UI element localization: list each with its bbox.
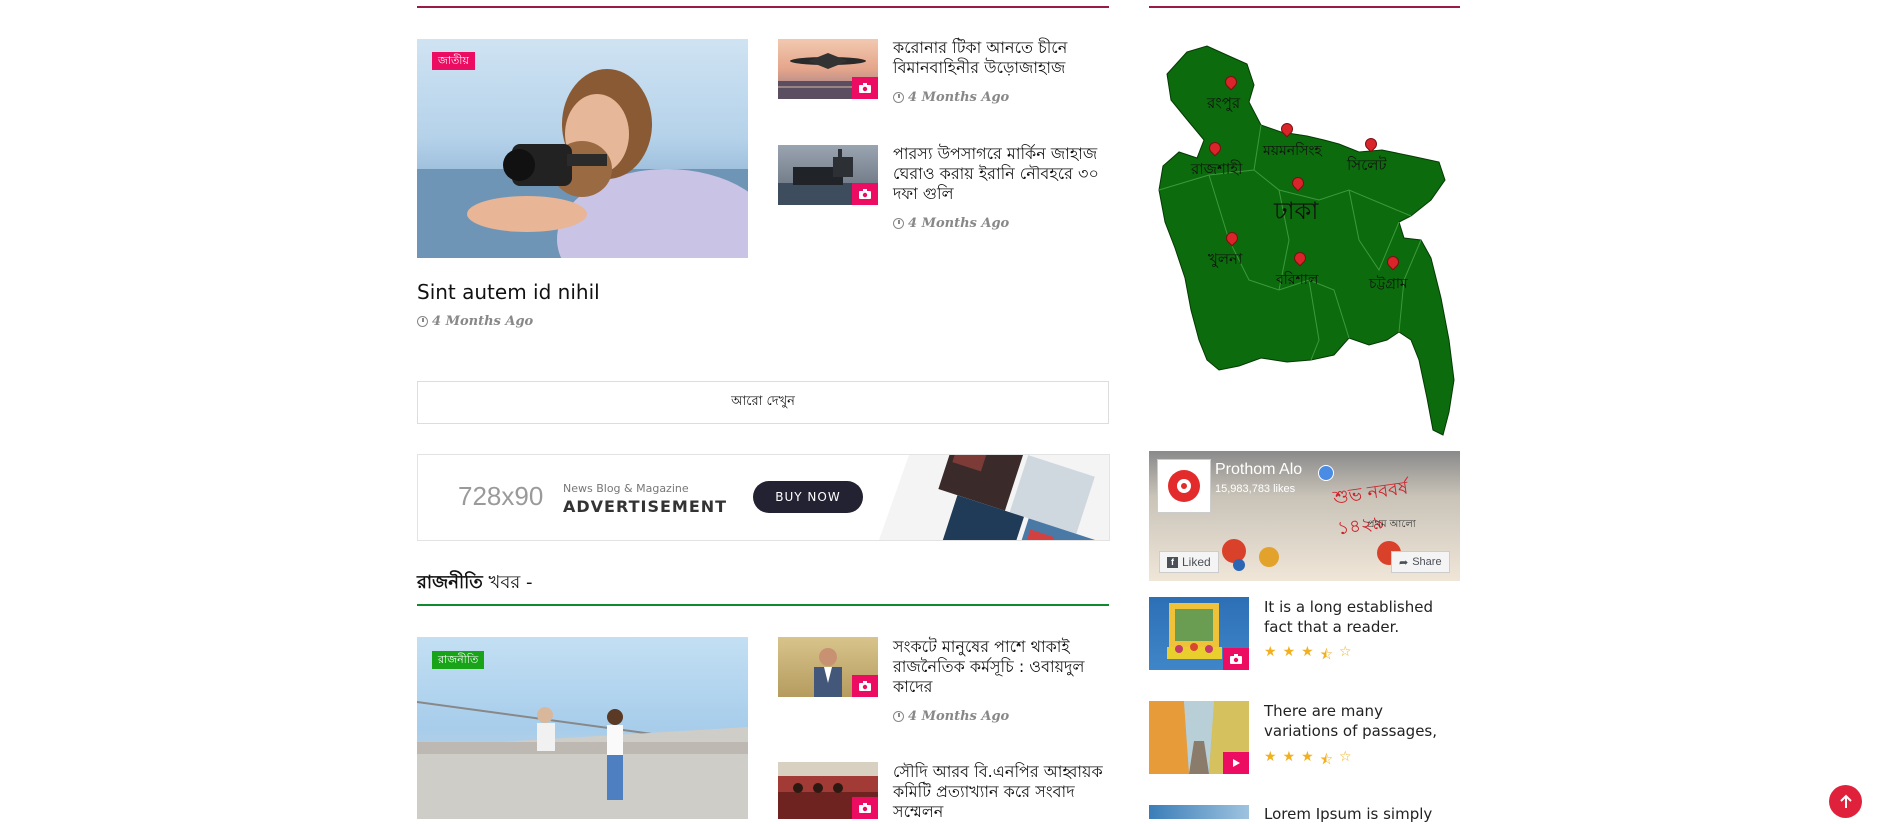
politics-section-heading: রাজনীতি খবর -	[417, 568, 532, 599]
bangladesh-division-map[interactable]: রংপুর ময়মনসিংহ সিলেট রাজশাহী ঢাকা খুলনা বরিশা…	[1149, 40, 1460, 445]
side-news-time-1: 4 Months Ago	[893, 90, 1009, 105]
ad-small-text: News Blog & Magazine	[563, 482, 689, 495]
ad-size-text: 728x90	[458, 481, 544, 511]
map-division-label[interactable]: রংপুর	[1207, 92, 1240, 117]
arrow-up-icon	[1839, 794, 1852, 808]
camera-icon	[1223, 648, 1249, 670]
category-badge-politics[interactable]: রাজনীতি	[432, 651, 485, 669]
map-division-label[interactable]: ময়মনসিংহ	[1263, 139, 1322, 163]
politics-side-time-1: 4 Months Ago	[893, 709, 1009, 724]
share-arrow-icon: ➦	[1399, 556, 1409, 569]
side-news-title-1[interactable]: করোনার টিকা আনতে চীনে বিমানবাহিনীর উড়োজ…	[893, 38, 1113, 78]
camera-icon	[852, 675, 878, 697]
advertisement-banner[interactable]: 728x90 News Blog & Magazine ADVERTISEMEN…	[417, 454, 1110, 541]
widget-image-2[interactable]	[1149, 701, 1249, 774]
clock-icon	[893, 92, 904, 103]
star-empty-icon: ☆	[1338, 749, 1352, 765]
map-division-label[interactable]: ঢাকা	[1274, 193, 1318, 233]
clock-icon	[893, 711, 904, 722]
camera-icon	[852, 797, 878, 819]
map-division-label[interactable]: সিলেট	[1347, 154, 1387, 179]
scroll-to-top-button[interactable]	[1829, 785, 1862, 818]
politics-heading-bold: রাজনীতি	[417, 572, 483, 593]
star-full-icon: ★	[1264, 749, 1277, 765]
widget-title-3[interactable]: Lorem Ipsum is simply	[1264, 804, 1459, 824]
time-text: 4 Months Ago	[432, 314, 534, 329]
star-full-icon: ★	[1282, 749, 1296, 765]
share-label: Share	[1412, 556, 1442, 568]
facebook-f-icon: f	[1167, 556, 1178, 568]
time-text: 4 Months Ago	[908, 216, 1010, 231]
rating-stars-1: ★ ★ ★ ⯪ ☆	[1264, 644, 1352, 668]
side-news-title-2[interactable]: পারস্য উপসাগরে মার্কিন জাহাজ ঘেরাও করায়…	[893, 144, 1118, 204]
camera-icon	[852, 183, 878, 205]
more-news-button[interactable]: আরো দেখুন	[417, 381, 1109, 424]
camera-icon	[852, 77, 878, 99]
politics-side-image-1[interactable]	[778, 637, 878, 697]
side-news-image-1[interactable]	[778, 39, 878, 99]
star-half-icon: ⯪	[1319, 752, 1333, 768]
politics-heading-rest: খবর -	[488, 572, 533, 593]
star-full-icon: ★	[1264, 644, 1277, 660]
widget-image-1[interactable]	[1149, 597, 1249, 670]
main-top-rule	[417, 6, 1109, 8]
prothom-alo-logo-icon	[1168, 470, 1200, 502]
map-division-label[interactable]: চট্টগ্রাম	[1369, 272, 1408, 296]
ad-magazine-collage	[879, 455, 1109, 540]
ad-big-text: ADVERTISEMENT	[563, 497, 728, 516]
clock-icon	[417, 316, 428, 327]
category-badge-national[interactable]: জাতীয়	[432, 52, 475, 70]
lead-news-title[interactable]: Sint autem id nihil	[417, 280, 600, 304]
map-division-label[interactable]: খুলনা	[1208, 248, 1242, 273]
star-full-icon: ★	[1301, 644, 1314, 660]
star-full-icon: ★	[1301, 749, 1314, 765]
map-division-label[interactable]: রাজশাহী	[1191, 158, 1242, 183]
politics-side-image-2[interactable]	[778, 762, 878, 819]
facebook-liked-button[interactable]: f Liked	[1159, 551, 1219, 573]
widget-title-2[interactable]: There are many variations of passages,	[1264, 701, 1459, 741]
more-news-label: আরো দেখুন	[731, 394, 795, 409]
politics-side-title-1[interactable]: সংকটে মানুষের পাশে থাকাই রাজনৈতিক কর্মসূ…	[893, 637, 1098, 697]
star-full-icon: ★	[1282, 644, 1296, 660]
politics-side-title-2[interactable]: সৌদি আরব বি.এনপির আহ্বায়ক কমিটি প্রত্যা…	[893, 762, 1103, 822]
facebook-page-name[interactable]: Prothom Alo	[1215, 461, 1302, 479]
facebook-page-box[interactable]: Prothom Alo 15,983,783 likes শুভ নববর্ষ …	[1149, 451, 1460, 581]
widget-image-3[interactable]	[1149, 805, 1249, 819]
play-icon	[1223, 752, 1249, 774]
verified-badge-icon	[1318, 465, 1334, 481]
liked-label: Liked	[1182, 555, 1211, 569]
facebook-likes-count: 15,983,783 likes	[1215, 483, 1296, 495]
politics-section-rule	[417, 604, 1109, 606]
lead-news-time: 4 Months Ago	[417, 314, 533, 329]
time-text: 4 Months Ago	[908, 90, 1010, 105]
star-empty-icon: ☆	[1338, 644, 1352, 660]
star-half-icon: ⯪	[1319, 647, 1333, 663]
politics-lead-image[interactable]: রাজনীতি	[417, 637, 748, 819]
facebook-share-button[interactable]: ➦ Share	[1391, 551, 1450, 573]
map-svg	[1158, 45, 1455, 436]
photographer-illustration	[417, 69, 748, 258]
ad-buy-now-button[interactable]: BUY NOW	[753, 481, 863, 513]
time-text: 4 Months Ago	[908, 709, 1010, 724]
side-news-image-2[interactable]	[778, 145, 878, 205]
map-division-label[interactable]: বরিশাল	[1276, 268, 1318, 292]
clock-icon	[893, 218, 904, 229]
widget-title-1[interactable]: It is a long established fact that a rea…	[1264, 597, 1459, 637]
lead-news-image[interactable]: জাতীয়	[417, 39, 748, 258]
sidebar-top-rule	[1149, 6, 1460, 8]
facebook-page-logo[interactable]	[1157, 459, 1211, 513]
rating-stars-2: ★ ★ ★ ⯪ ☆	[1264, 749, 1352, 773]
side-news-time-2: 4 Months Ago	[893, 216, 1009, 231]
